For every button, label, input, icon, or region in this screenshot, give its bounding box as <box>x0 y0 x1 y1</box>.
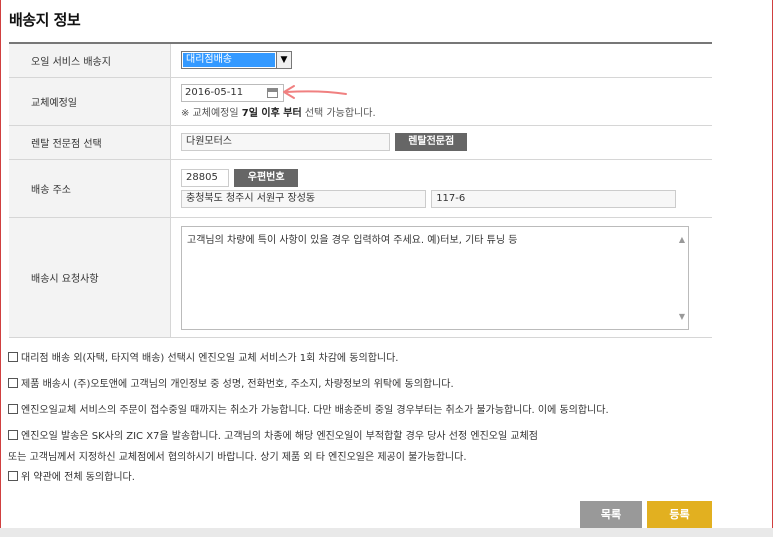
service-label: 오일 서비스 배송지 <box>9 43 171 77</box>
row-request: 배송시 요청사항 고객님의 차량에 특이 사항이 있을 경우 입력하여 주세요.… <box>9 217 712 337</box>
agreement-item[interactable]: 엔진오일 발송은 SK사의 ZIC X7을 발송합니다. 고객님의 차종에 해당… <box>8 427 538 463</box>
annotation-arrow-icon <box>283 85 347 99</box>
row-address: 배송 주소 28805 우편번호 충청북도 청주시 서원구 장성동 117-6 <box>9 159 712 217</box>
bottom-bar <box>0 528 773 537</box>
page-title: 배송지 정보 <box>9 11 81 29</box>
agreement-item[interactable]: 대리점 배송 외(자택, 타지역 배송) 선택시 엔진오일 교체 서비스가 1회… <box>8 349 399 364</box>
agreement-text-line2: 또는 고객님께서 지정하신 교체점에서 협의하시기 바랍니다. 상기 제품 외 … <box>8 452 467 463</box>
request-label: 배송시 요청사항 <box>9 217 171 337</box>
request-textarea[interactable]: 고객님의 차량에 특이 사항이 있을 경우 입력하여 주세요. 예)터보, 기타… <box>181 225 689 330</box>
calendar-icon[interactable] <box>267 87 278 98</box>
agreement-text: 엔진오일교체 서비스의 주문이 접수중일 때까지는 취소가 가능합니다. 다만 … <box>21 405 609 416</box>
rental-shop-label: 렌탈 전문점 선택 <box>9 125 171 159</box>
checkbox[interactable] <box>8 352 18 362</box>
agreement-item[interactable]: 제품 배송시 (주)오토앤에 고객님의 개인정보 중 성명, 전화번호, 주소지… <box>8 375 454 390</box>
checkbox[interactable] <box>8 430 18 440</box>
exchange-date-label: 교체예정일 <box>9 77 171 125</box>
exchange-date-input[interactable]: 2016-05-11 <box>181 83 284 102</box>
postcode-button[interactable]: 우편번호 <box>234 168 299 187</box>
agreement-text: 엔진오일 발송은 SK사의 ZIC X7을 발송합니다. 고객님의 차종에 해당… <box>21 431 538 442</box>
window-border-left <box>0 0 1 537</box>
rental-shop-input[interactable]: 다원모터스 <box>181 133 390 151</box>
rental-shop-button[interactable]: 렌탈전문점 <box>395 133 468 151</box>
address-label: 배송 주소 <box>9 159 171 217</box>
row-service: 오일 서비스 배송지 대리점배송 ▼ <box>9 43 712 77</box>
row-exchange-date: 교체예정일 2016-05-11 ※ 교체예정일 7일 이후 부터 선택 가능합… <box>9 77 712 125</box>
row-rental-shop: 렌탈 전문점 선택 다원모터스 렌탈전문점 <box>9 125 712 159</box>
agreement-item[interactable]: 위 약관에 전체 동의합니다. <box>8 468 135 483</box>
address-line2-input[interactable]: 117-6 <box>431 189 677 208</box>
exchange-date-note: ※ 교체예정일 7일 이후 부터 선택 가능합니다. <box>181 104 711 119</box>
list-button[interactable]: 목록 <box>580 501 642 528</box>
note-prefix: ※ 교체예정일 <box>181 107 239 119</box>
chevron-down-icon[interactable]: ▼ <box>276 52 291 69</box>
scroll-up-icon[interactable]: ▲ <box>679 235 685 244</box>
submit-button[interactable]: 등록 <box>647 501 712 528</box>
agreement-item[interactable]: 엔진오일교체 서비스의 주문이 접수중일 때까지는 취소가 가능합니다. 다만 … <box>8 401 609 416</box>
shipping-form: 오일 서비스 배송지 대리점배송 ▼ 교체예정일 2016-05-11 ※ 교체… <box>9 42 712 338</box>
checkbox[interactable] <box>8 471 18 481</box>
address-line1-input[interactable]: 충청북도 청주시 서원구 장성동 <box>181 189 426 208</box>
request-text: 고객님의 차량에 특이 사항이 있을 경우 입력하여 주세요. 예)터보, 기타… <box>187 234 518 246</box>
checkbox[interactable] <box>8 404 18 414</box>
agreement-text: 제품 배송시 (주)오토앤에 고객님의 개인정보 중 성명, 전화번호, 주소지… <box>21 379 454 390</box>
agreement-text: 위 약관에 전체 동의합니다. <box>21 472 135 483</box>
postcode-input[interactable]: 28805 <box>181 168 229 187</box>
service-selected-value: 대리점배송 <box>183 53 275 68</box>
exchange-date-value: 2016-05-11 <box>185 86 244 98</box>
scroll-down-icon[interactable]: ▼ <box>679 312 685 321</box>
service-select[interactable]: 대리점배송 ▼ <box>181 51 292 70</box>
agreement-text: 대리점 배송 외(자택, 타지역 배송) 선택시 엔진오일 교체 서비스가 1회… <box>21 353 399 364</box>
checkbox[interactable] <box>8 378 18 388</box>
